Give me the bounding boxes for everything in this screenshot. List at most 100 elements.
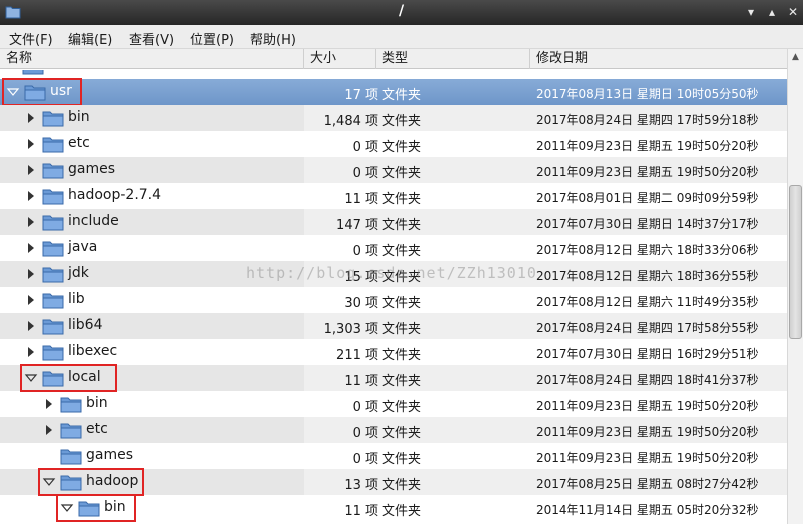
file-type: 文件夹	[382, 140, 422, 155]
item-count: 0 项	[352, 400, 378, 415]
expand-arrow-icon[interactable]	[24, 241, 38, 255]
table-row[interactable]: bin 0 项文件夹 2011年09月23日 星期五 19时50分20秒	[0, 391, 787, 417]
file-name[interactable]: etc	[86, 421, 108, 437]
file-type: 文件夹	[382, 192, 422, 207]
collapse-arrow-icon[interactable]	[60, 501, 74, 515]
column-type-header[interactable]: 类型	[376, 49, 530, 69]
expand-arrow-icon[interactable]	[24, 215, 38, 229]
modified-date: 2011年09月23日 星期五 19时50分20秒	[536, 399, 759, 413]
collapse-arrow-icon[interactable]	[24, 371, 38, 385]
folder-icon	[60, 423, 82, 439]
expand-arrow-icon[interactable]	[42, 397, 56, 411]
maximize-button[interactable]: ▴	[764, 4, 780, 20]
expand-arrow-icon[interactable]	[24, 293, 38, 307]
expand-arrow-icon[interactable]	[24, 267, 38, 281]
vertical-scrollbar[interactable]: ▲	[787, 49, 803, 524]
file-name[interactable]: include	[68, 213, 119, 229]
menu-file[interactable]: 文件(F)	[7, 28, 55, 49]
file-type: 文件夹	[382, 374, 422, 389]
minimize-button[interactable]: ▾	[743, 4, 759, 20]
file-name[interactable]: local	[68, 369, 101, 385]
file-name[interactable]: libexec	[68, 343, 117, 359]
folder-icon	[22, 70, 44, 75]
expand-arrow-icon[interactable]	[24, 137, 38, 151]
expand-arrow-icon[interactable]	[24, 163, 38, 177]
table-row[interactable]: games 0 项文件夹 2011年09月23日 星期五 19时50分20秒	[0, 443, 787, 469]
menu-help[interactable]: 帮助(H)	[248, 28, 298, 49]
expand-arrow-icon[interactable]	[24, 189, 38, 203]
file-name[interactable]: etc	[68, 135, 90, 151]
item-count: 147 项	[336, 218, 378, 233]
table-row[interactable]: bin 1,484 项文件夹 2017年08月24日 星期四 17时59分18秒	[0, 105, 787, 131]
file-name[interactable]: jdk	[68, 265, 89, 281]
table-row[interactable]: lib 30 项文件夹 2017年08月12日 星期六 11时49分35秒	[0, 287, 787, 313]
table-row[interactable]: lib64 1,303 项文件夹 2017年08月24日 星期四 17时58分55秒	[0, 313, 787, 339]
table-row[interactable]: etc 0 项文件夹 2011年09月23日 星期五 19时50分20秒	[0, 417, 787, 443]
scroll-up-arrow-icon[interactable]: ▲	[788, 49, 803, 65]
folder-icon	[60, 449, 82, 465]
file-name[interactable]: java	[68, 239, 97, 255]
file-name[interactable]: games	[68, 161, 115, 177]
table-row[interactable]: java 0 项文件夹 2017年08月12日 星期六 18时33分06秒	[0, 235, 787, 261]
expand-arrow-icon[interactable]	[24, 319, 38, 333]
collapse-arrow-icon[interactable]	[42, 475, 56, 489]
modified-date: 2017年08月12日 星期六 18时33分06秒	[536, 243, 759, 257]
table-row[interactable]: bin 11 项文件夹 2014年11月14日 星期五 05时20分32秒	[0, 494, 787, 522]
collapse-arrow-icon[interactable]	[6, 85, 20, 99]
menu-places[interactable]: 位置(P)	[188, 28, 236, 49]
table-row[interactable]: hadoop 13 项文件夹 2017年08月25日 星期五 08时27分42秒	[0, 468, 787, 496]
table-row[interactable]: hadoop-2.7.4 11 项文件夹 2017年08月01日 星期二 09时09…	[0, 183, 787, 209]
file-name[interactable]: lib	[68, 291, 85, 307]
menu-edit[interactable]: 编辑(E)	[66, 28, 114, 49]
file-type: 文件夹	[382, 218, 422, 233]
file-type: 文件夹	[382, 504, 422, 519]
file-name[interactable]: bin	[104, 499, 126, 515]
file-name[interactable]: bin	[68, 109, 90, 125]
table-row[interactable]: include 147 项文件夹 2017年07月30日 星期日 14时37分17秒	[0, 209, 787, 235]
table-row[interactable]: etc 0 项文件夹 2011年09月23日 星期五 19时50分20秒	[0, 131, 787, 157]
title-bar: / ▾ ▴ ✕	[0, 0, 803, 25]
table-row[interactable]: libexec 211 项文件夹 2017年07月30日 星期日 16时29分51秒	[0, 339, 787, 365]
item-count: 15 项	[344, 270, 378, 285]
expand-arrow-icon[interactable]	[42, 423, 56, 437]
folder-icon	[42, 215, 64, 231]
file-type: 文件夹	[382, 452, 422, 467]
folder-icon	[42, 293, 64, 309]
window-title: /	[398, 3, 405, 19]
modified-date: 2017年08月25日 星期五 08时27分42秒	[536, 477, 759, 491]
item-count: 0 项	[352, 244, 378, 259]
folder-icon	[42, 111, 64, 127]
folder-icon	[60, 397, 82, 413]
modified-date: 2017年08月24日 星期四 18时41分37秒	[536, 373, 759, 387]
table-row[interactable]: local 11 项文件夹 2017年08月24日 星期四 18时41分37秒	[0, 364, 787, 392]
table-row[interactable]: jdk 15 项文件夹 2017年08月12日 星期六 18时36分55秒	[0, 261, 787, 287]
column-date-header[interactable]: 修改日期	[530, 49, 787, 69]
item-count: 11 项	[344, 192, 378, 207]
folder-icon	[42, 319, 64, 335]
item-count: 0 项	[352, 426, 378, 441]
table-row[interactable]: games 0 项文件夹 2011年09月23日 星期五 19时50分20秒	[0, 157, 787, 183]
modified-date: 2017年08月12日 星期六 18时36分55秒	[536, 269, 759, 283]
file-name[interactable]: hadoop	[86, 473, 138, 489]
table-row[interactable]: usr 17 项文件夹 2017年08月13日 星期日 10时05分50秒	[0, 78, 787, 106]
file-name[interactable]: lib64	[68, 317, 102, 333]
menu-view[interactable]: 查看(V)	[127, 28, 176, 49]
file-tree-list[interactable]: usr 17 项文件夹 2017年08月13日 星期日 10时05分50秒 bin 1,…	[0, 70, 787, 524]
file-name[interactable]: hadoop-2.7.4	[68, 187, 161, 203]
item-count: 0 项	[352, 140, 378, 155]
folder-icon	[42, 189, 64, 205]
scroll-thumb[interactable]	[789, 185, 802, 339]
column-name-header[interactable]: 名称	[0, 49, 304, 69]
expand-arrow-icon[interactable]	[24, 345, 38, 359]
expand-arrow-icon[interactable]	[24, 111, 38, 125]
modified-date: 2017年07月30日 星期日 16时29分51秒	[536, 347, 759, 361]
modified-date: 2011年09月23日 星期五 19时50分20秒	[536, 425, 759, 439]
modified-date: 2017年08月01日 星期二 09时09分59秒	[536, 191, 759, 205]
file-name[interactable]: usr	[50, 83, 72, 99]
item-count: 13 项	[344, 478, 378, 493]
column-size-header[interactable]: 大小	[304, 49, 376, 69]
file-name[interactable]: games	[86, 447, 133, 463]
file-type: 文件夹	[382, 244, 422, 259]
file-name[interactable]: bin	[86, 395, 108, 411]
close-button[interactable]: ✕	[785, 4, 801, 20]
